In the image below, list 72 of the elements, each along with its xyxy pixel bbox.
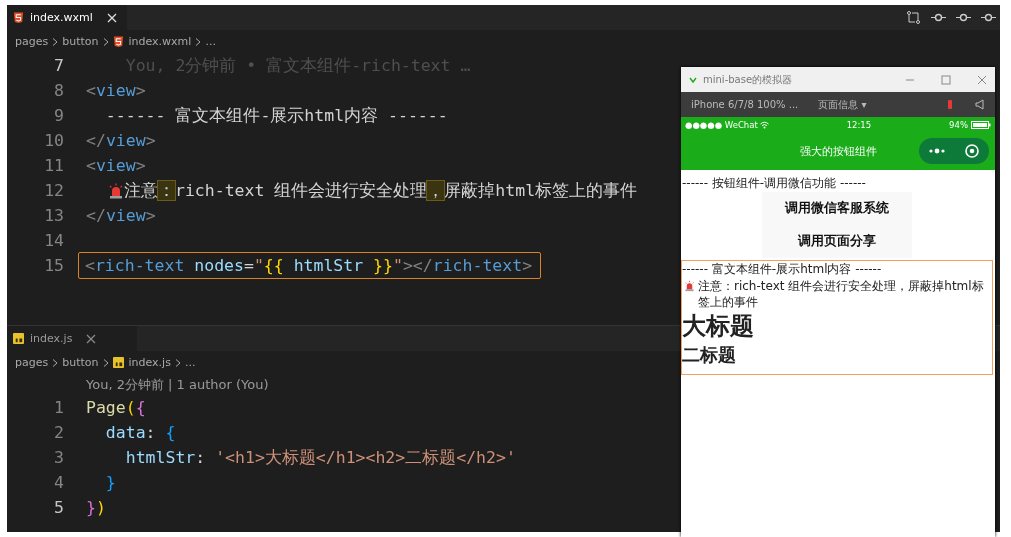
code-line: htmlStr: '<h1>大标题</h1><h2>二标题</h2>' — [124, 446, 516, 469]
code-line: </view> — [86, 206, 156, 225]
breadcrumb-item[interactable]: pages — [15, 35, 49, 48]
line-number: 13 — [43, 206, 64, 225]
js-file-icon — [112, 357, 124, 368]
line-number: 2 — [53, 423, 64, 442]
code-line: </view> — [86, 131, 156, 150]
file-tab[interactable]: index.wxml — [7, 5, 127, 30]
blame-annotation: You, 2分钟前 | 1 author (You) — [86, 375, 269, 394]
alarm-icon — [684, 280, 695, 292]
breadcrumb-item[interactable]: index.wxml — [128, 35, 192, 48]
heading: 大标题 — [682, 311, 754, 342]
page-title: 强大的按钮组件 — [799, 144, 877, 159]
js-file-icon — [13, 333, 24, 344]
chevron-icon — [102, 358, 109, 367]
code-line: <view> — [86, 81, 146, 100]
line-number: 12 — [43, 181, 64, 200]
target-icon[interactable] — [962, 144, 981, 158]
battery-label: 94% — [949, 120, 968, 130]
git-commit-icon[interactable] — [956, 11, 971, 24]
action-button[interactable]: 调用页面分享 — [762, 225, 912, 258]
speaker-icon[interactable] — [975, 99, 985, 110]
line-number: 4 — [53, 473, 64, 492]
code-line: 注意：rich-text 组件会进行安全处理，屏蔽掉html标签上的事件 — [124, 179, 638, 202]
chevron-icon — [195, 37, 202, 46]
code-line: Page({ — [86, 398, 146, 417]
html-file-icon — [112, 36, 124, 47]
line-number: 3 — [53, 448, 64, 467]
alarm-icon — [108, 182, 124, 199]
line-number: 10 — [43, 131, 64, 150]
code-line: ------ 富文本组件-展示html内容 ------ — [104, 104, 448, 127]
app-logo-icon — [689, 75, 697, 84]
breadcrumb-item[interactable]: ... — [205, 35, 216, 48]
page-info-menu[interactable]: 页面信息 ▾ — [818, 97, 867, 112]
compare-changes-icon[interactable] — [906, 11, 921, 24]
line-number: 9 — [53, 106, 64, 125]
action-button[interactable]: 调用微信客服系统 — [762, 192, 912, 225]
clock: 12:15 — [845, 120, 873, 130]
line-number: 15 — [43, 256, 64, 275]
breadcrumb-item[interactable]: button — [62, 35, 99, 48]
wifi-icon — [759, 121, 769, 129]
line-number: 11 — [43, 156, 64, 175]
git-commit-icon[interactable] — [931, 11, 946, 24]
battery-icon — [971, 121, 991, 129]
breadcrumb-item[interactable]: ... — [184, 356, 196, 369]
line-number: 7 — [53, 56, 64, 75]
file-tab[interactable]: index.js — [7, 326, 137, 351]
chevron-icon — [102, 37, 109, 46]
code-line: }) — [86, 498, 106, 517]
divider-text: ------ 按钮组件-调用微信功能 ------ — [682, 175, 866, 192]
code-line: <view> — [86, 156, 146, 175]
code-line: } — [104, 473, 116, 492]
breadcrumb-item[interactable]: button — [62, 356, 99, 369]
line-number: 8 — [53, 81, 64, 100]
device-selector[interactable]: iPhone 6/7/8 100% ... — [691, 99, 799, 110]
capsule-menu[interactable] — [919, 138, 989, 164]
line-number: 1 — [53, 398, 64, 417]
chevron-icon — [174, 358, 181, 367]
breadcrumb-item[interactable]: pages — [15, 356, 49, 369]
subheading: 二标题 — [682, 343, 736, 367]
window-title: mini-base的模拟器 — [703, 72, 793, 87]
chevron-icon — [52, 37, 59, 46]
notice-text: 注意：rich-text 组件会进行安全处理，屏蔽掉html标签上的事件 — [698, 278, 985, 310]
chevron-icon — [52, 358, 59, 367]
html-file-icon — [13, 12, 24, 23]
line-number: 14 — [43, 231, 64, 250]
carrier-label: ●●●●● WeChat — [685, 120, 758, 130]
line-number: 5 — [53, 498, 64, 517]
divider-text: ------ 富文本组件-展示html内容 ------ — [682, 261, 882, 278]
git-commit-icon[interactable] — [981, 11, 996, 24]
code-line: data: { — [104, 423, 176, 442]
breadcrumb-item[interactable]: index.js — [128, 356, 171, 369]
